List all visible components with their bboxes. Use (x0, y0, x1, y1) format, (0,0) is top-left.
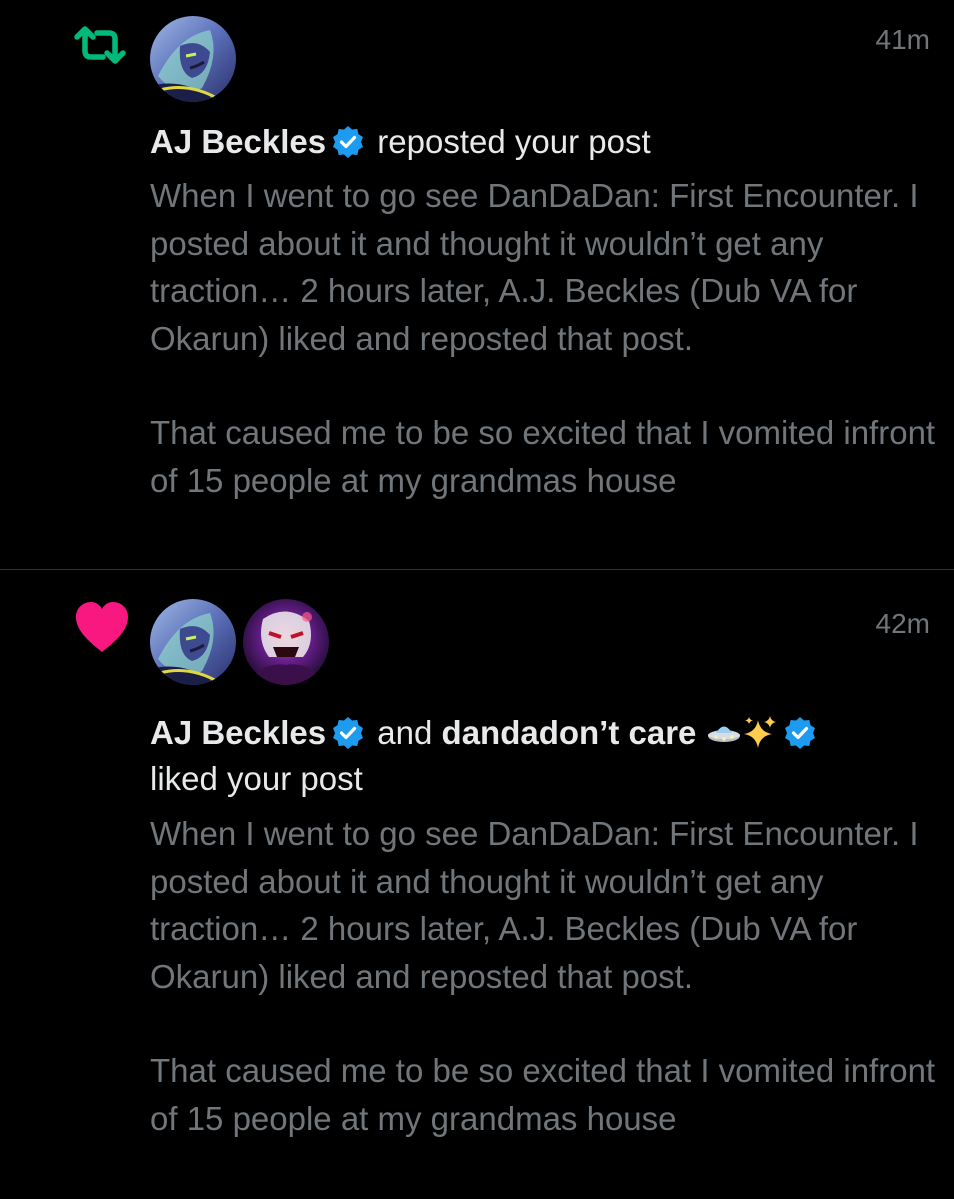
post-paragraph: When I went to go see DanDaDan: First En… (150, 177, 919, 357)
avatar-aj-beckles[interactable] (150, 16, 236, 102)
timestamp: 42m (875, 608, 930, 639)
post-paragraph: That caused me to be so excited that I v… (150, 414, 936, 499)
avatar-aj-beckles[interactable] (150, 599, 236, 685)
notification-repost[interactable]: 41m AJ Beckles reposted your post When I… (0, 0, 954, 570)
verified-badge-icon (784, 717, 815, 749)
actor-name[interactable]: dandadon’t care (442, 714, 697, 751)
verified-badge-icon (333, 717, 364, 749)
post-preview[interactable]: When I went to go see DanDaDan: First En… (150, 810, 940, 1142)
ufo-emoji (707, 726, 740, 742)
verified-badge-icon (333, 126, 364, 158)
connector-text: and (377, 714, 433, 751)
actor-name[interactable]: AJ Beckles (150, 714, 326, 751)
notification-headline: AJ Beckles and dandadon’t care liked you… (150, 710, 930, 802)
heart-icon (76, 602, 128, 652)
post-preview[interactable]: When I went to go see DanDaDan: First En… (150, 172, 940, 504)
sparkles-emoji (743, 716, 776, 748)
action-text: reposted your post (377, 123, 651, 160)
notification-headline: AJ Beckles reposted your post (150, 119, 930, 165)
actor-name[interactable]: AJ Beckles (150, 123, 326, 160)
avatar-dandadont-care[interactable] (243, 599, 329, 685)
post-paragraph: That caused me to be so excited that I v… (150, 1052, 936, 1137)
notification-like[interactable]: 42m AJ Beckles and dandadon’t care liked… (0, 570, 954, 1199)
post-paragraph: When I went to go see DanDaDan: First En… (150, 815, 919, 995)
action-text: liked your post (150, 760, 363, 797)
repost-icon (74, 26, 126, 64)
timestamp: 41m (875, 24, 930, 55)
